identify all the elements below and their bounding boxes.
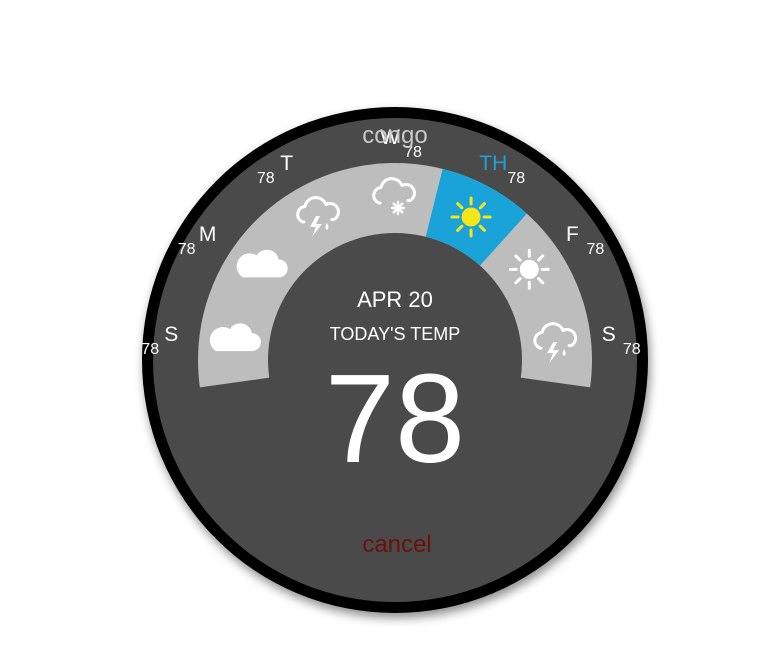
forecast-day-label[interactable]: S bbox=[602, 323, 616, 346]
forecast-day-label[interactable]: M bbox=[199, 223, 217, 246]
forecast-day-label[interactable]: S bbox=[164, 323, 178, 346]
forecast-day-temp: 78 bbox=[507, 170, 525, 187]
forecast-day-temp: 78 bbox=[623, 341, 641, 358]
thermostat-dial: S78M78T78W78 TH78F78S78 congo APR 20 TODA… bbox=[141, 107, 648, 613]
sun-icon[interactable] bbox=[450, 196, 492, 238]
location-label[interactable]: congo bbox=[362, 122, 427, 149]
forecast-day-label[interactable]: F bbox=[566, 223, 579, 246]
date-label: APR 20 bbox=[357, 287, 433, 312]
current-temperature: 78 bbox=[325, 348, 465, 489]
forecast-day-temp: 78 bbox=[257, 170, 275, 187]
cancel-button[interactable]: cancel bbox=[362, 531, 431, 558]
forecast-day-label[interactable]: T bbox=[280, 152, 293, 175]
forecast-day-temp: 78 bbox=[586, 241, 604, 258]
todays-temp-label: TODAY'S TEMP bbox=[330, 324, 460, 344]
forecast-day-temp: 78 bbox=[141, 341, 159, 358]
sun-icon[interactable] bbox=[508, 248, 550, 290]
forecast-day-temp: 78 bbox=[178, 241, 196, 258]
forecast-day-label[interactable]: TH bbox=[479, 152, 507, 175]
